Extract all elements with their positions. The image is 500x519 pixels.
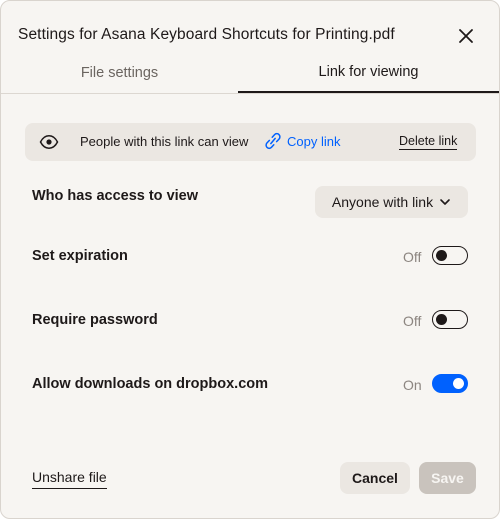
allow-downloads-label: Allow downloads on dropbox.com <box>32 376 269 392</box>
require-password-toggle[interactable] <box>432 310 468 329</box>
set-expiration-label: Set expiration <box>32 248 128 264</box>
delete-link-button[interactable]: Delete link <box>399 134 458 150</box>
link-info-banner: People with this link can view Copy link… <box>25 123 476 161</box>
chevron-down-icon <box>439 198 451 206</box>
tab-link-for-viewing[interactable]: Link for viewing <box>238 53 499 93</box>
toggle-knob <box>436 313 447 325</box>
share-settings-dialog: Settings for Asana Keyboard Shortcuts fo… <box>0 0 500 519</box>
link-permission-text: People with this link can view <box>80 134 249 149</box>
tab-file-settings[interactable]: File settings <box>1 53 238 92</box>
dialog-title: Settings for Asana Keyboard Shortcuts fo… <box>18 26 395 43</box>
cancel-button[interactable]: Cancel <box>340 462 410 494</box>
require-password-state: Off <box>403 313 422 329</box>
unshare-file-button[interactable]: Unshare file <box>32 469 107 489</box>
access-dropdown[interactable]: Anyone with link <box>315 186 468 218</box>
chain-link-icon <box>265 132 281 150</box>
copy-link-button[interactable]: Copy link <box>265 132 340 150</box>
toggle-knob <box>436 249 447 261</box>
toggle-knob <box>453 377 464 389</box>
set-expiration-toggle[interactable] <box>432 246 468 265</box>
access-label: Who has access to view <box>32 188 199 204</box>
require-password-label: Require password <box>32 312 158 328</box>
access-selected-value: Anyone with link <box>331 194 434 210</box>
allow-downloads-state: On <box>403 377 422 393</box>
set-expiration-state: Off <box>403 249 422 265</box>
tab-bar: File settings Link for viewing <box>1 53 499 94</box>
copy-link-label: Copy link <box>287 133 341 149</box>
eye-icon <box>39 134 59 150</box>
close-button[interactable] <box>455 25 477 47</box>
allow-downloads-toggle[interactable] <box>432 374 468 393</box>
close-icon <box>455 25 477 47</box>
save-button[interactable]: Save <box>419 462 476 494</box>
